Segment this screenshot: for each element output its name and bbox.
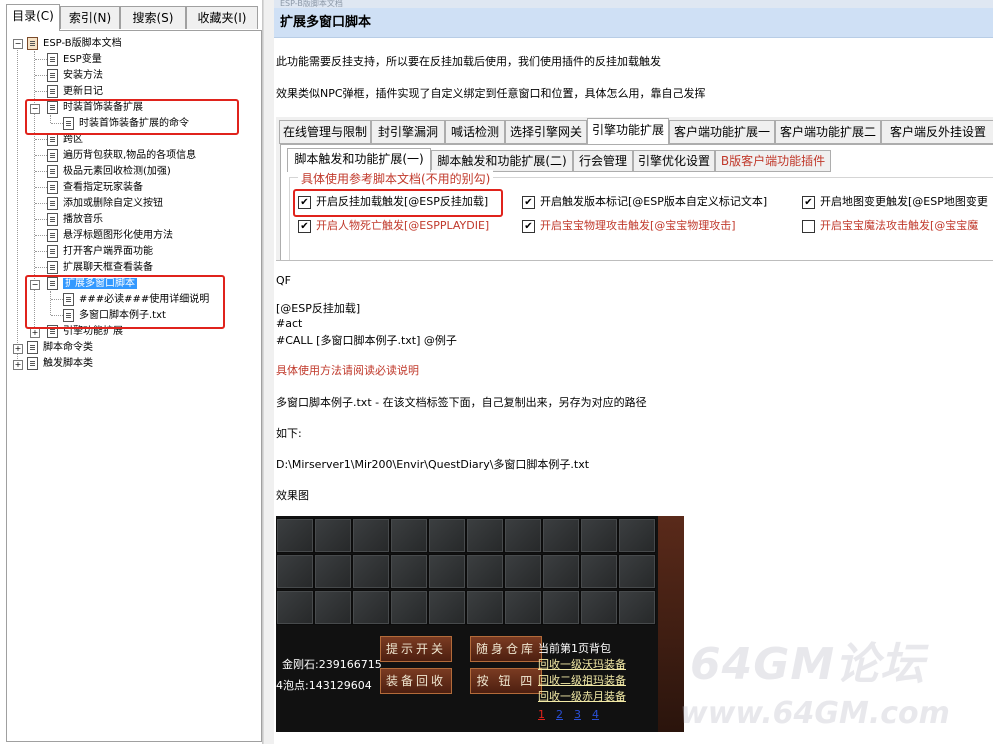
page-number: 3 (574, 708, 581, 721)
recycle-link: 回收一级沃玛装备 (538, 658, 626, 671)
tree-item[interactable]: 遍历背包获取,物品的各项信息 (47, 148, 196, 163)
collapse-toggle[interactable]: − (13, 39, 23, 49)
checked-icon: ✔ (522, 219, 535, 233)
bubble-points: 4泡点:143129604 (276, 679, 372, 692)
contents-tree[interactable]: − ESP-B版脚本文档 ESP变量 安装方法 更新日记 − 时装首饰装备扩展 … (6, 30, 262, 742)
settings-dialog-screenshot: 在线管理与限制 封引擎漏洞 喊话检测 选择引擎网关 引擎功能扩展 客户端功能扩展… (276, 117, 993, 261)
tree-item[interactable]: 播放音乐 (47, 212, 103, 227)
watermark-url: www.64GM.com (680, 696, 950, 731)
tree-item[interactable]: 打开客户端界面功能 (47, 244, 153, 259)
warning-note: 具体使用方法请阅读必读说明 (276, 364, 419, 377)
page-icon (27, 357, 38, 370)
page-number: 4 (592, 708, 599, 721)
checkbox-player-die: ✔ 开启人物死亡触发[@ESPPLAYDIE] (298, 218, 489, 234)
recycle-link: 回收二级祖玛装备 (538, 674, 626, 687)
portable-storage-button: 随身仓库 (470, 636, 542, 662)
highlight-box (25, 99, 239, 135)
page-icon (47, 197, 58, 210)
prompt-toggle-button: 提示开关 (380, 636, 452, 662)
tree-item[interactable]: ESP变量 (47, 52, 102, 67)
page-icon (47, 261, 58, 274)
dialog-subtab: 脚本触发和功能扩展(二) (431, 150, 573, 172)
expand-toggle[interactable]: + (13, 360, 23, 370)
highlight-box (293, 189, 503, 217)
dialog-tab: 喊话检测 (445, 120, 505, 144)
file-path: D:\Mirserver1\Mir200\Envir\QuestDiary\多窗… (276, 458, 590, 471)
paragraph: 如下: (276, 427, 302, 440)
checked-icon: ✔ (802, 195, 815, 209)
tree-item[interactable]: 扩展聊天框查看装备 (47, 260, 153, 275)
dialog-tab: 客户端功能扩展一 (669, 120, 775, 144)
tab-favorites[interactable]: 收藏夹(I) (186, 6, 258, 29)
recycle-link: 回收一级赤月装备 (538, 690, 626, 703)
tree-root[interactable]: ESP-B版脚本文档 (27, 36, 122, 51)
dialog-subtab-active: 脚本触发和功能扩展(一) (287, 148, 431, 172)
dialog-tab: 在线管理与限制 (279, 120, 371, 144)
tree-item[interactable]: 更新日记 (47, 84, 103, 99)
checked-icon: ✔ (522, 195, 535, 209)
dialog-tab: 选择引擎网关 (505, 120, 587, 144)
tab-index[interactable]: 索引(N) (60, 6, 120, 29)
dialog-tab: 封引擎漏洞 (371, 120, 445, 144)
paragraph: 效果图 (276, 489, 309, 502)
group-title: 具体使用参考脚本文档(不用的别勾) (298, 170, 494, 187)
page-icon (47, 181, 58, 194)
bag-page-label: 当前第1页背包 (538, 642, 611, 655)
tree-item[interactable]: 触发脚本类 (27, 356, 93, 371)
page-icon (27, 341, 38, 354)
checkbox-map-change: ✔ 开启地图变更触发[@ESP地图变更 (802, 194, 988, 210)
checkbox-pet-magic: 开启宝宝魔法攻击触发[@宝宝魔 (802, 218, 978, 234)
dialog-subtab: 引擎优化设置 (633, 150, 715, 172)
watermark-logo: 64GM论坛 (690, 639, 926, 690)
tab-contents[interactable]: 目录(C) (6, 4, 60, 31)
checked-icon: ✔ (298, 219, 311, 233)
tree-item[interactable]: 脚本命令类 (27, 340, 93, 355)
highlight-box (25, 275, 225, 329)
page-icon (47, 229, 58, 242)
dialog-subtab: 行会管理 (573, 150, 633, 172)
option-group: 具体使用参考脚本文档(不用的别勾) ✔ 开启反挂加载触发[@ESP反挂加载] ✔ 开… (289, 170, 993, 260)
page-icon (47, 85, 58, 98)
page-icon (47, 149, 58, 162)
tab-search[interactable]: 搜索(S) (120, 6, 186, 29)
dialog-subtab: B版客户端功能插件 (715, 150, 831, 172)
dialog-tab: 客户端反外挂设置 (881, 120, 993, 144)
tree-item[interactable]: 查看指定玩家装备 (47, 180, 143, 195)
game-screenshot: 金刚石:239166715 4泡点:143129604 提示开关 随身仓库 装备… (276, 516, 684, 732)
unchecked-icon (802, 219, 815, 233)
checkbox-pet-physical: ✔ 开启宝宝物理攻击触发[@宝宝物理攻击] (522, 218, 736, 234)
page-icon (47, 213, 58, 226)
tree-item[interactable]: 极品元素回收检测(加强) (47, 164, 171, 179)
book-icon (27, 37, 38, 50)
page-icon (47, 53, 58, 66)
tree-item[interactable]: 安装方法 (47, 68, 103, 83)
page-icon (47, 245, 58, 258)
dialog-tab-active: 引擎功能扩展 (587, 118, 669, 144)
code-line: #CALL [多窗口脚本例子.txt] @例子 (276, 334, 457, 347)
tree-item[interactable]: 悬浮标题图形化使用方法 (47, 228, 173, 243)
page-number: 2 (556, 708, 563, 721)
page-title: 扩展多窗口脚本 (274, 8, 993, 38)
equipment-recycle-button: 装备回收 (380, 668, 452, 694)
tree-item[interactable]: 添加或删除自定义按钮 (47, 196, 163, 211)
navigation-tabs: 目录(C) 索引(N) 搜索(S) 收藏夹(I) (6, 4, 260, 31)
page-icon (47, 165, 58, 178)
checkbox-version-mark: ✔ 开启触发版本标记[@ESP版本自定义标记文本] (522, 194, 767, 210)
paragraph: 多窗口脚本例子.txt - 在该文档标签下面，自己复制出来，另存为对应的路径 (276, 396, 647, 409)
diamond-counter: 金刚石:239166715 (282, 658, 382, 671)
code-line: #act (276, 317, 303, 330)
topic-path: ESP-B版脚本文档 (274, 0, 993, 8)
dialog-panel: 脚本触发和功能扩展(一) 脚本触发和功能扩展(二) 行会管理 引擎优化设置 B版… (280, 144, 993, 260)
page-number: 1 (538, 708, 545, 721)
paragraph: QF (276, 274, 291, 287)
help-navigation-pane: 目录(C) 索引(N) 搜索(S) 收藏夹(I) − ESP-B版脚本文档 ES… (0, 0, 263, 744)
paragraph: 效果类似NPC弹框，插件实现了自定义绑定到任意窗口和位置，具体怎么用，靠自己发挥 (276, 87, 706, 100)
paragraph: 此功能需要反挂支持，所以要在反挂加载后使用，我们使用插件的反挂加载触发 (276, 55, 661, 68)
page-icon (47, 69, 58, 82)
code-line: [@ESP反挂加载] (276, 302, 361, 315)
dialog-tab: 客户端功能扩展二 (775, 120, 881, 144)
expand-toggle[interactable]: + (30, 328, 40, 338)
button-four: 按 钮 四 (470, 668, 542, 694)
expand-toggle[interactable]: + (13, 344, 23, 354)
